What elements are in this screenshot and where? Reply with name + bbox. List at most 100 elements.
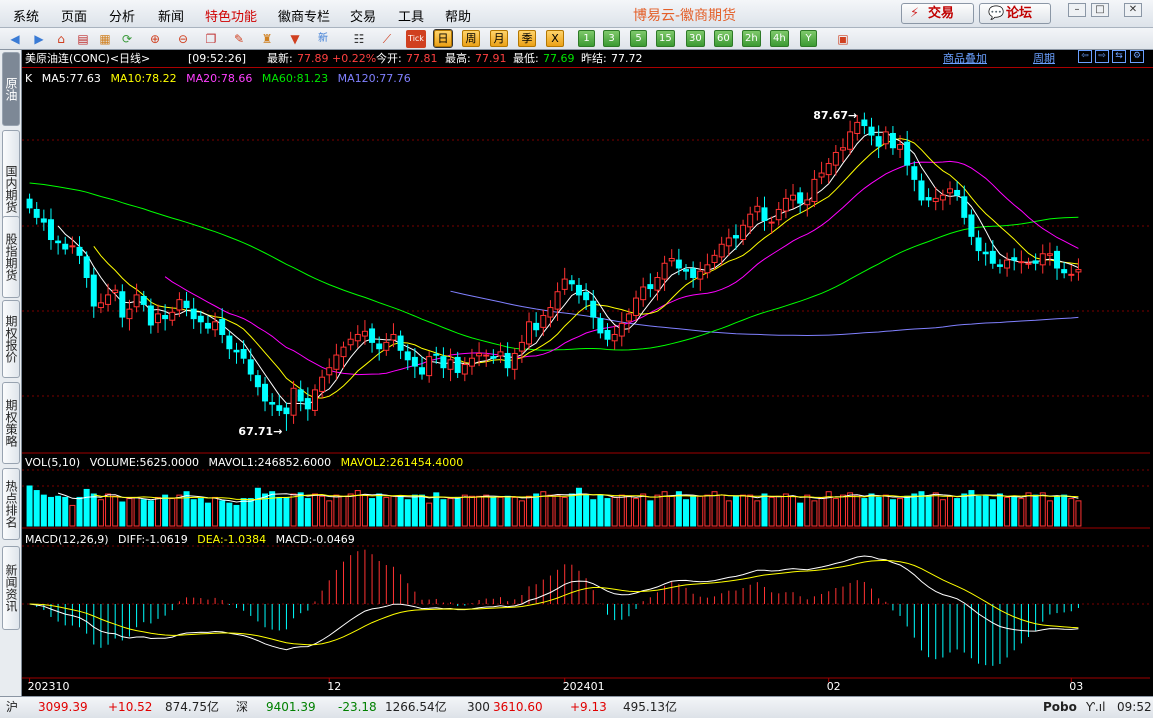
period-quarter-button[interactable]: 季: [518, 30, 536, 47]
latest-value: 77.89: [297, 52, 329, 65]
maximize-icon[interactable]: □: [1091, 3, 1109, 17]
high-price-label: 87.67→: [813, 109, 857, 122]
volume-bar: [975, 495, 982, 527]
candle-body: [283, 407, 290, 415]
menu-trade[interactable]: 交易: [350, 6, 376, 25]
menu-tools[interactable]: 工具: [398, 6, 424, 25]
filter-icon[interactable]: ▼: [286, 30, 304, 48]
volume-bar: [497, 496, 504, 527]
minute-60-button[interactable]: 60: [714, 30, 733, 47]
tab-index-futures[interactable]: 股指期货: [2, 216, 20, 298]
tab-option-quotes[interactable]: 期权报价: [2, 300, 20, 378]
table-icon[interactable]: ☷: [350, 30, 368, 48]
candle-body: [33, 208, 40, 218]
tab-hot-ranking[interactable]: 热点排名: [2, 468, 20, 540]
window-icon[interactable]: ❐: [202, 30, 220, 48]
zoom-out-icon[interactable]: ⊖: [174, 30, 192, 48]
nav-toggle-icon[interactable]: ⇆: [1112, 50, 1126, 63]
minute-3-button[interactable]: 3: [603, 30, 620, 47]
tab-news[interactable]: 新闻资讯: [2, 546, 20, 630]
candle-body: [968, 214, 975, 237]
period-month-button[interactable]: 月: [490, 30, 508, 47]
candle-body: [190, 308, 197, 320]
back-arrow-icon[interactable]: ◀: [6, 30, 24, 48]
volume-bar: [47, 496, 54, 527]
menu-special-features[interactable]: 特色功能: [205, 6, 257, 25]
volume-bar: [69, 504, 76, 527]
candle-body: [169, 311, 176, 321]
volume-bar: [932, 492, 939, 527]
candle-body: [1068, 273, 1075, 276]
candle-body: [683, 269, 689, 272]
period-week-button[interactable]: 周: [462, 30, 480, 47]
volume-bar: [1018, 498, 1025, 527]
tick-button[interactable]: Tick: [406, 30, 426, 48]
menu-analysis[interactable]: 分析: [109, 6, 135, 25]
volume-bar: [989, 499, 996, 527]
calendar-icon[interactable]: ▣: [834, 30, 852, 48]
candle-body: [483, 354, 490, 357]
menu-system[interactable]: 系统: [13, 6, 39, 25]
period-link[interactable]: 周期: [1033, 50, 1055, 68]
tab-crude-oil[interactable]: 原油: [2, 52, 20, 126]
candle-body: [732, 235, 739, 239]
forum-button[interactable]: 💬 论坛: [979, 3, 1051, 24]
trade-button[interactable]: ⚡ 交易: [901, 3, 974, 24]
forward-arrow-icon[interactable]: ▶: [30, 30, 48, 48]
minimize-icon[interactable]: –: [1068, 3, 1086, 17]
candle-body: [518, 341, 525, 352]
x-tick-label: 202310: [28, 680, 70, 693]
line-chart-icon[interactable]: ⟋: [378, 30, 396, 48]
candle-body: [262, 383, 269, 402]
menu-help[interactable]: 帮助: [445, 6, 471, 25]
candle-body: [204, 322, 211, 329]
menu-huishang-column[interactable]: 徽商专栏: [278, 6, 330, 25]
sector-icon[interactable]: ▦: [96, 30, 114, 48]
candle-body: [105, 294, 112, 305]
candle-body: [440, 356, 447, 369]
volume-bar: [611, 496, 618, 527]
volume-bar: [212, 496, 219, 527]
tab-option-strategy[interactable]: 期权策略: [2, 382, 20, 464]
nav-right-icon[interactable]: ⇨: [1095, 50, 1109, 63]
nav-left-icon[interactable]: ⇦: [1078, 50, 1092, 63]
volume-bar: [254, 487, 261, 527]
overlay-link[interactable]: 商品叠加: [943, 50, 987, 68]
menu-news[interactable]: 新闻: [158, 6, 184, 25]
volume-bar: [832, 498, 839, 527]
ma120-line: [450, 290, 1079, 337]
candle-body: [947, 188, 953, 194]
candle-body: [276, 405, 283, 411]
minute-5-button[interactable]: 5: [630, 30, 647, 47]
quote-list-icon[interactable]: ▤: [74, 30, 92, 48]
period-day-button[interactable]: 日: [433, 29, 453, 48]
candle-body: [97, 302, 104, 309]
period-year-button[interactable]: X: [546, 30, 564, 47]
ma5-line: [57, 131, 1079, 405]
minute-15-button[interactable]: 15: [656, 30, 675, 47]
kline-chart[interactable]: 87.67→ 67.71→ 2023101220240102030405: [22, 68, 1150, 696]
close-icon[interactable]: ✕: [1124, 3, 1142, 17]
candle-body: [818, 172, 825, 178]
menu-page[interactable]: 页面: [61, 6, 87, 25]
refresh-icon[interactable]: ⟳: [118, 30, 136, 48]
price-annotations: 87.67→ 67.71→: [238, 109, 857, 438]
home-icon[interactable]: ⌂: [52, 30, 70, 48]
zoom-in-icon[interactable]: ⊕: [146, 30, 164, 48]
alert-bell-icon[interactable]: ♜: [258, 30, 276, 48]
volume-bar: [711, 491, 718, 527]
volume-bar: [561, 496, 568, 527]
volume-bar: [90, 493, 97, 527]
year-button[interactable]: Y: [800, 30, 817, 47]
nav-settings-icon[interactable]: ⚙: [1130, 50, 1144, 63]
hour-2-button[interactable]: 2h: [742, 30, 761, 47]
news-icon[interactable]: 新: [314, 30, 332, 48]
hour-4-button[interactable]: 4h: [770, 30, 789, 47]
minute-1-button[interactable]: 1: [578, 30, 595, 47]
candle-body: [83, 256, 90, 278]
trade-button-label: 交易: [928, 6, 955, 21]
volume-bar: [183, 491, 190, 527]
volume-bar: [447, 498, 454, 527]
minute-30-button[interactable]: 30: [686, 30, 705, 47]
draw-pencil-icon[interactable]: ✎: [230, 30, 248, 48]
